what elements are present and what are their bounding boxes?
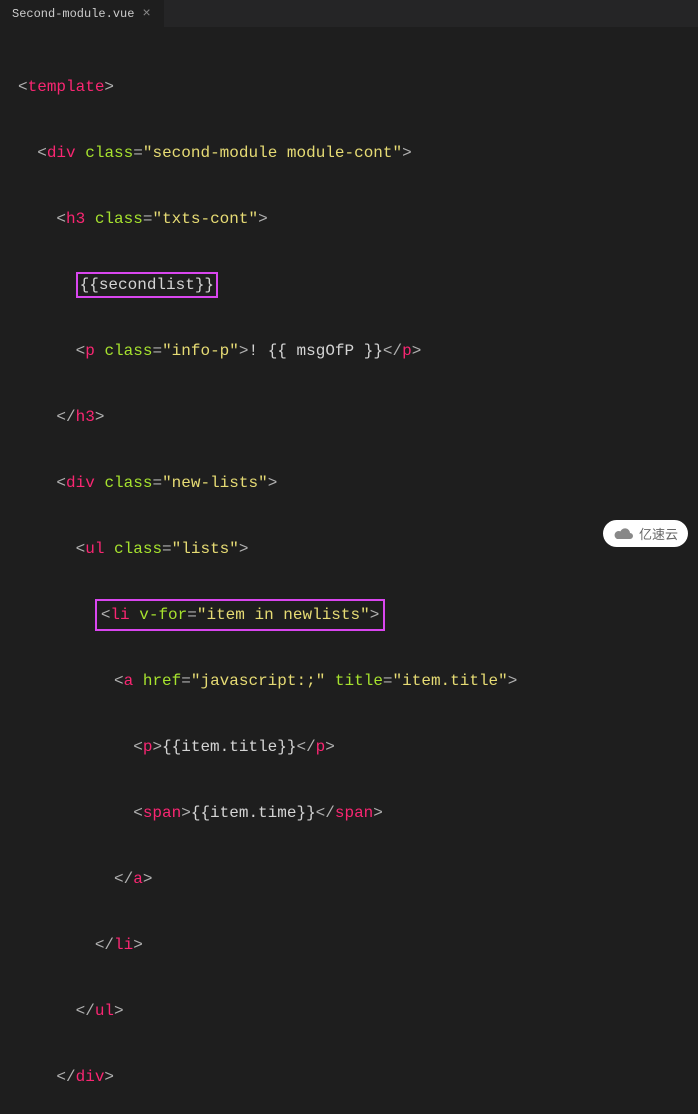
code-line: <p>{{item.title}}</p> [18, 731, 680, 764]
cloud-icon [613, 527, 635, 541]
code-editor[interactable]: <template> <div class="second-module mod… [0, 28, 698, 1114]
close-icon[interactable]: × [142, 6, 150, 22]
code-line: </a> [18, 863, 680, 896]
code-line: </li> [18, 929, 680, 962]
code-line: <template> [18, 71, 680, 104]
watermark-badge: 亿速云 [603, 520, 688, 547]
code-line: <a href="javascript:;" title="item.title… [18, 665, 680, 698]
highlight-box: <li v-for="item in newlists"> [95, 599, 386, 631]
code-line: </ul> [18, 995, 680, 1028]
highlight-box: {{secondlist}} [76, 272, 218, 298]
file-tab[interactable]: Second-module.vue × [0, 0, 164, 27]
code-line: {{secondlist}} [18, 269, 680, 302]
code-line: <ul class="lists"> [18, 533, 680, 566]
code-line: <div class="second-module module-cont"> [18, 137, 680, 170]
code-line: <h3 class="txts-cont"> [18, 203, 680, 236]
code-line: <p class="info-p">! {{ msgOfP }}</p> [18, 335, 680, 368]
code-line: </h3> [18, 401, 680, 434]
code-line: </div> [18, 1061, 680, 1094]
code-line: <div class="new-lists"> [18, 467, 680, 500]
tab-bar: Second-module.vue × [0, 0, 698, 28]
watermark-text: 亿速云 [639, 524, 678, 543]
tab-filename: Second-module.vue [12, 7, 134, 21]
code-line: <li v-for="item in newlists"> [18, 599, 680, 632]
code-line: <span>{{item.time}}</span> [18, 797, 680, 830]
